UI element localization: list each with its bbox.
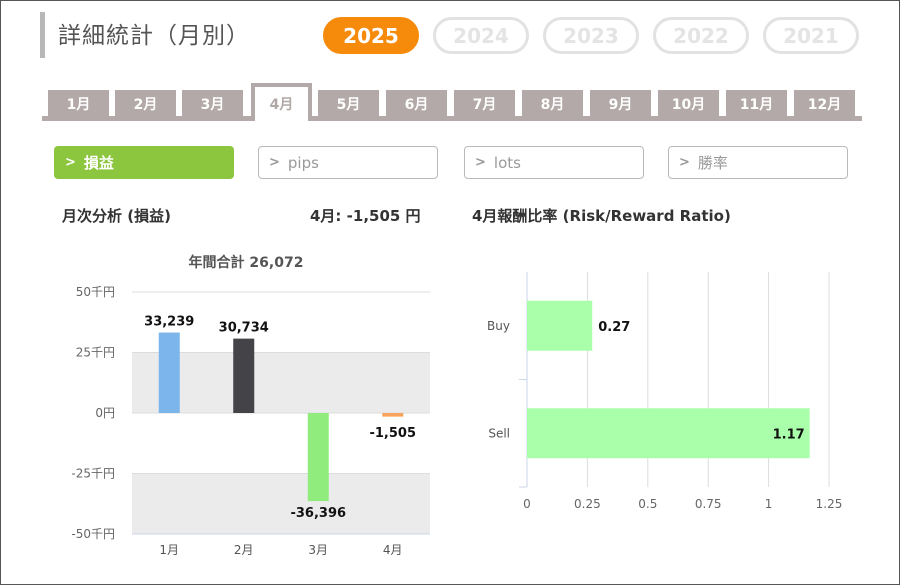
x-tick-label: 1	[765, 497, 773, 511]
x-tick-label: 2月	[234, 543, 254, 557]
bar-3	[307, 413, 329, 502]
data-label: 33,239	[144, 315, 194, 330]
chart-title: 年間合計 26,072	[189, 254, 304, 271]
tab-month-1[interactable]: 1月	[48, 90, 109, 117]
x-tick-label: 0.75	[695, 497, 722, 511]
data-label: 30,734	[219, 321, 269, 336]
year-pill-2023[interactable]: 2023	[543, 17, 639, 54]
metric-label: 損益	[83, 154, 114, 172]
y-tick-label: 0円	[95, 406, 115, 420]
metric-button-lots[interactable]: > lots	[464, 146, 644, 179]
page-title: 詳細統計（月別）	[58, 23, 250, 49]
bar-4	[382, 413, 404, 417]
grid-band	[132, 473, 430, 534]
year-pill-2024[interactable]: 2024	[433, 17, 529, 54]
tab-month-7[interactable]: 7月	[454, 90, 515, 117]
tab-month-4[interactable]: 4月	[251, 83, 312, 120]
y-tick-label: 25千円	[76, 346, 115, 360]
risk-reward-chart: 0 0.25 0.5 0.75 1 1.25 Buy 0.27 Sell 1.17	[487, 272, 843, 511]
month-summary: 4月: -1,505 円	[310, 207, 421, 225]
bar-1	[158, 332, 180, 413]
year-pill-2022[interactable]: 2022	[653, 17, 749, 54]
chevron-right-icon: >	[269, 155, 280, 170]
tab-month-10[interactable]: 10月	[658, 90, 719, 117]
tab-month-3[interactable]: 3月	[182, 90, 243, 117]
active-tab-gap	[255, 116, 308, 121]
x-tick-label: 0.25	[574, 497, 601, 511]
monthly-pl-chart: 年間合計 26,072 50千円 25千円 0円 -25千円 -50千円 33,239 1月…	[71, 254, 430, 557]
metric-button-pips[interactable]: > pips	[258, 146, 438, 179]
tab-month-2[interactable]: 2月	[115, 90, 176, 117]
x-tick-label: 0.5	[638, 497, 657, 511]
year-pill-2021[interactable]: 2021	[763, 17, 859, 54]
y-tick-label: 50千円	[76, 285, 115, 299]
x-tick-label: 3月	[308, 543, 328, 557]
monthly-analysis-heading: 月次分析 (損益)	[62, 207, 171, 225]
y-tick-label: Buy	[487, 319, 510, 333]
tab-month-9[interactable]: 9月	[590, 90, 651, 117]
data-label: -1,505	[369, 426, 416, 441]
bar-2	[233, 338, 255, 413]
chevron-right-icon: >	[679, 155, 690, 170]
x-tick-label: 0	[523, 497, 531, 511]
chevron-right-icon: >	[475, 155, 486, 170]
year-pill-2025[interactable]: 2025	[323, 17, 419, 54]
data-label: 1.17	[773, 427, 805, 442]
hbar-buy	[527, 300, 593, 351]
ratio-heading: 4月報酬比率 (Risk/Reward Ratio)	[472, 207, 731, 225]
metric-button-profit[interactable]: > 損益	[54, 146, 234, 179]
x-tick-label: 4月	[383, 543, 403, 557]
y-tick-label: -50千円	[71, 527, 115, 541]
metric-button-winrate[interactable]: > 勝率	[668, 146, 848, 179]
hbar-sell	[527, 408, 810, 459]
metric-label: lots	[493, 153, 521, 172]
y-tick-label: Sell	[488, 426, 510, 440]
tab-month-11[interactable]: 11月	[726, 90, 787, 117]
tab-month-12[interactable]: 12月	[794, 90, 855, 117]
metric-label: 勝率	[697, 154, 728, 172]
title-accent-bar	[40, 12, 45, 58]
chevron-right-icon: >	[65, 155, 76, 170]
metric-label: pips	[287, 153, 319, 172]
tab-month-5[interactable]: 5月	[318, 90, 379, 117]
y-tick-label: -25千円	[71, 467, 115, 481]
x-tick-label: 1.25	[816, 497, 843, 511]
tab-month-8[interactable]: 8月	[522, 90, 583, 117]
tab-month-6[interactable]: 6月	[386, 90, 447, 117]
x-tick-label: 1月	[159, 543, 179, 557]
data-label: -36,396	[290, 506, 346, 521]
data-label: 0.27	[598, 320, 630, 335]
